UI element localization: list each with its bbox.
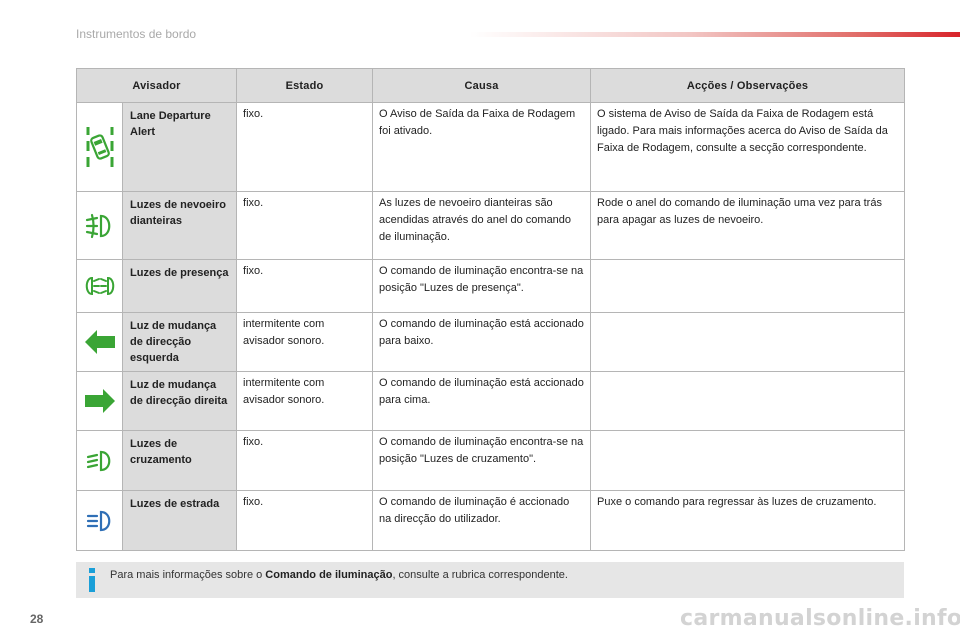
lamp-name: Luzes de estrada bbox=[121, 490, 238, 551]
info-icon bbox=[89, 568, 95, 592]
row-icon-cell bbox=[76, 312, 123, 372]
lamp-name: Luz de mudança de direcção direita bbox=[121, 371, 238, 431]
lamp-estado: intermitente com avisador sonoro. bbox=[236, 312, 374, 372]
lamp-accoes: Rode o anel do comando de iluminação uma… bbox=[590, 191, 906, 260]
row-icon-cell bbox=[76, 102, 123, 192]
table-row: Luzes de cruzamento fixo. O comando de i… bbox=[76, 430, 906, 491]
header-accent-line bbox=[470, 32, 960, 37]
lamp-estado: fixo. bbox=[236, 102, 374, 192]
row-icon-cell bbox=[76, 259, 123, 313]
table-row: Luzes de presença fixo. O comando de ilu… bbox=[76, 259, 906, 313]
column-header-estado: Estado bbox=[236, 68, 374, 103]
page-section-title: Instrumentos de bordo bbox=[76, 27, 197, 41]
info-suffix: , consulte a rubrica correspondente. bbox=[392, 569, 568, 581]
lamp-causa: O comando de iluminação está accionado p… bbox=[372, 371, 592, 431]
column-header-causa: Causa bbox=[372, 68, 592, 103]
lamp-accoes bbox=[590, 259, 906, 313]
lamp-estado: fixo. bbox=[236, 191, 374, 260]
table-header-row: Avisador Estado Causa Acções / Observaçõ… bbox=[75, 68, 906, 103]
lamp-causa: O comando de iluminação encontra-se na p… bbox=[372, 430, 592, 491]
lamp-estado: fixo. bbox=[236, 430, 374, 491]
lamp-estado: fixo. bbox=[236, 490, 374, 551]
lamp-name: Luzes de nevoeiro dianteiras bbox=[121, 191, 238, 260]
table-row: Luzes de estrada fixo. O comando de ilum… bbox=[76, 490, 906, 551]
lamp-name: Lane Departure Alert bbox=[121, 102, 238, 192]
main-beam-icon bbox=[86, 510, 110, 531]
table-row: Lane Departure Alert fixo. O Aviso de Sa… bbox=[76, 102, 906, 192]
lamp-accoes bbox=[590, 312, 906, 372]
lamp-name: Luzes de presença bbox=[121, 259, 238, 313]
lamp-estado: intermitente com avisador sonoro. bbox=[236, 371, 374, 431]
right-arrow-icon bbox=[84, 389, 115, 413]
dipped-beam-icon bbox=[86, 450, 110, 471]
lamp-accoes: Puxe o comando para regressar às luzes d… bbox=[590, 490, 906, 551]
lamp-causa: O comando de iluminação está accionado p… bbox=[372, 312, 592, 372]
row-icon-cell bbox=[76, 430, 123, 491]
lamp-accoes bbox=[590, 371, 906, 431]
lamp-estado: fixo. bbox=[236, 259, 374, 313]
info-note-box: Para mais informações sobre o Comando de… bbox=[76, 562, 904, 598]
page-number: 28 bbox=[30, 612, 44, 626]
lane-departure-icon bbox=[86, 127, 113, 167]
row-icon-cell bbox=[76, 191, 123, 260]
lamp-causa: O comando de iluminação é accionado na d… bbox=[372, 490, 592, 551]
lamp-accoes bbox=[590, 430, 906, 491]
lamp-name: Luz de mudança de direcção esquerda bbox=[121, 312, 238, 372]
row-icon-cell bbox=[76, 490, 123, 551]
side-lamps-icon bbox=[85, 276, 114, 296]
table-row: Luz de mudança de direcção esquerda inte… bbox=[76, 312, 906, 372]
column-header-accoes: Acções / Observações bbox=[590, 68, 906, 103]
front-fog-lamp-icon bbox=[85, 213, 110, 238]
info-bold-link: Comando de iluminação bbox=[265, 569, 393, 581]
info-prefix: Para mais informações sobre o bbox=[110, 569, 266, 581]
table-row: Luzes de nevoeiro dianteiras fixo. As lu… bbox=[76, 191, 906, 260]
warning-lamps-table: Avisador Estado Causa Acções / Observaçõ… bbox=[75, 68, 906, 551]
column-header-avisador: Avisador bbox=[75, 68, 238, 103]
lamp-accoes: O sistema de Aviso de Saída da Faixa de … bbox=[590, 102, 906, 192]
table-row: Luz de mudança de direcção direita inter… bbox=[76, 371, 906, 431]
info-note-text: Para mais informações sobre o Comando de… bbox=[110, 569, 568, 581]
watermark: carmanualsonline.info bbox=[680, 606, 960, 631]
left-arrow-icon bbox=[84, 330, 115, 354]
lamp-name: Luzes de cruzamento bbox=[121, 430, 238, 491]
lamp-causa: O comando de iluminação encontra-se na p… bbox=[372, 259, 592, 313]
row-icon-cell bbox=[76, 371, 123, 431]
lamp-causa: O Aviso de Saída da Faixa de Rodagem foi… bbox=[372, 102, 592, 192]
lamp-causa: As luzes de nevoeiro dianteiras são acen… bbox=[372, 191, 592, 260]
